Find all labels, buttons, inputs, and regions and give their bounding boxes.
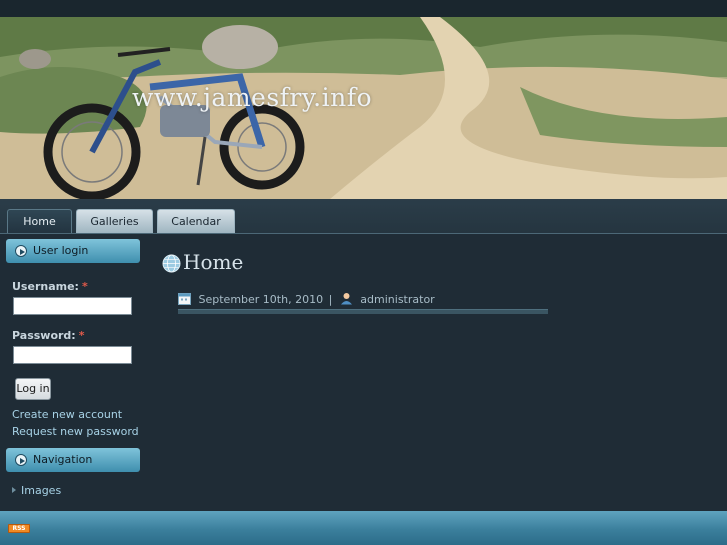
nav-item-images-label: Images: [21, 484, 62, 497]
username-input[interactable]: [13, 297, 132, 315]
page-title: Home: [183, 250, 244, 274]
post-date: September 10th, 2010: [198, 292, 324, 306]
password-label: Password: *: [12, 329, 85, 342]
top-strip: [0, 0, 727, 17]
user-login-title: User login: [33, 244, 89, 257]
footer: RSS: [0, 511, 727, 545]
required-marker: *: [78, 329, 85, 342]
bullet-arrow-icon: [15, 454, 27, 466]
nav-item-images[interactable]: Images: [12, 484, 61, 497]
required-marker: *: [81, 280, 88, 293]
request-password-link[interactable]: Request new password: [12, 425, 139, 438]
username-label: Username: *: [12, 280, 88, 293]
navigation-block-header: Navigation: [6, 448, 140, 472]
post-author[interactable]: administrator: [360, 293, 434, 306]
post-meta: September 10th, 2010 | administrator: [178, 292, 435, 306]
tab-galleries[interactable]: Galleries: [76, 209, 153, 233]
user-icon: [340, 293, 352, 305]
tab-calendar[interactable]: Calendar: [157, 209, 235, 233]
arrow-right-icon: [12, 487, 16, 493]
header-banner: www.jamesfry.info: [0, 17, 727, 199]
meta-divider: [178, 309, 548, 314]
calendar-icon: [178, 293, 191, 305]
site-title[interactable]: www.jamesfry.info: [132, 83, 372, 112]
bullet-arrow-icon: [15, 245, 27, 257]
login-button[interactable]: Log in: [15, 378, 51, 400]
password-input[interactable]: [13, 346, 132, 364]
create-account-link[interactable]: Create new account: [12, 408, 122, 421]
tab-home[interactable]: Home: [7, 209, 72, 233]
rss-icon[interactable]: RSS: [8, 524, 30, 533]
user-login-block-header: User login: [6, 239, 140, 263]
meta-separator: |: [328, 292, 333, 306]
main-nav-bar: Home Galleries Calendar: [0, 199, 727, 234]
globe-icon: [162, 254, 181, 273]
navigation-title: Navigation: [33, 453, 93, 466]
